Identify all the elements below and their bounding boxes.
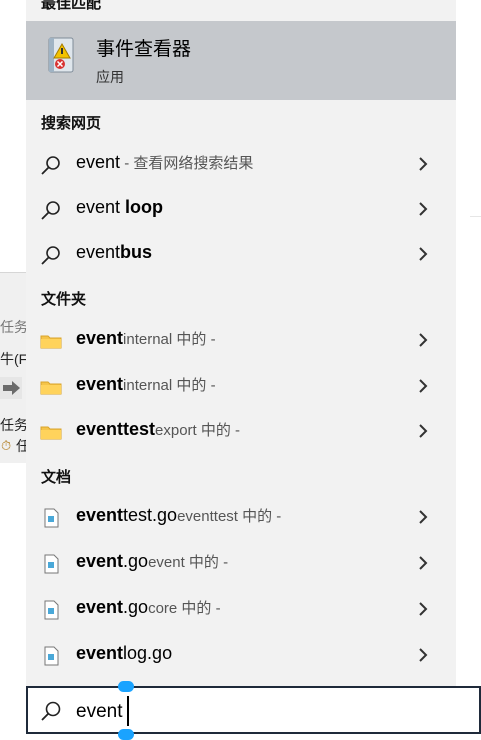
search-icon [41, 246, 60, 265]
chevron-right-icon[interactable] [416, 601, 430, 617]
divider [470, 216, 481, 217]
web-result-text: event [76, 242, 121, 262]
web-result-item[interactable]: event - 查看网络搜索结果 [26, 142, 456, 186]
chevron-right-icon[interactable] [416, 156, 430, 172]
background-window-text: 任务 [0, 417, 28, 433]
search-icon [41, 201, 60, 220]
event-viewer-icon [48, 37, 74, 73]
document-result-item[interactable]: eventlog.go [26, 633, 456, 677]
chevron-right-icon[interactable] [416, 332, 430, 348]
go-file-icon [44, 646, 59, 666]
chevron-right-icon[interactable] [416, 423, 430, 439]
folder-icon [40, 335, 62, 349]
document-result-normal: log.go [123, 643, 173, 663]
chevron-right-icon[interactable] [416, 378, 430, 394]
go-file-icon [44, 508, 59, 528]
document-result-normal: .go [123, 597, 149, 617]
clock-icon: ⏱ [1, 438, 12, 453]
document-result-item[interactable]: event.goevent 中的 - [26, 541, 456, 585]
folder-result-bold: eventtest [76, 419, 156, 439]
document-result-bold: event [76, 505, 124, 525]
background-window-text: 任务 [0, 319, 28, 335]
chevron-right-icon[interactable] [416, 647, 430, 663]
folder-result-item[interactable]: eventtestexport 中的 - [26, 409, 456, 453]
chevron-right-icon[interactable] [416, 201, 430, 217]
document-result-tail: event 中的 - [148, 554, 229, 571]
document-result-tail: eventtest 中的 - [177, 508, 282, 525]
folder-result-tail: internal 中的 - [123, 377, 216, 394]
chevron-right-icon[interactable] [416, 555, 430, 571]
best-match-item[interactable] [26, 21, 456, 100]
search-icon [41, 156, 60, 175]
best-match-title: 事件查看器 [96, 39, 192, 60]
go-file-icon [44, 554, 59, 574]
web-result-tail: - 查看网络搜索结果 [120, 155, 254, 172]
search-icon [41, 701, 61, 721]
web-result-text: event [76, 197, 126, 217]
folder-result-bold: event [76, 328, 124, 348]
document-result-item[interactable]: event.gocore 中的 - [26, 587, 456, 631]
folders-heading: 文件夹 [41, 291, 87, 308]
folder-result-tail: export 中的 - [155, 422, 241, 439]
folder-result-item[interactable]: eventinternal 中的 - [26, 364, 456, 408]
web-result-item[interactable]: event loop [26, 187, 456, 231]
selection-handle-bottom[interactable] [118, 729, 134, 740]
document-result-bold: event [76, 551, 124, 571]
best-match-heading: 最佳匹配 [41, 0, 102, 12]
folder-result-tail: internal 中的 - [123, 331, 216, 348]
document-result-normal: test.go [123, 505, 178, 525]
search-web-heading: 搜索网页 [41, 115, 102, 132]
selection-handle-top[interactable] [118, 681, 134, 692]
search-input-value: event [76, 701, 123, 722]
document-result-bold: event [76, 643, 124, 663]
folder-result-item[interactable]: eventinternal 中的 - [26, 318, 456, 362]
text-caret [127, 696, 129, 726]
documents-heading: 文档 [41, 469, 72, 486]
document-result-normal: .go [123, 551, 149, 571]
web-result-text: event [76, 152, 121, 172]
chevron-right-icon[interactable] [416, 509, 430, 525]
folder-icon [40, 426, 62, 440]
document-result-bold: event [76, 597, 124, 617]
document-result-tail: core 中的 - [148, 600, 221, 617]
back-arrow-icon [0, 377, 22, 399]
document-result-item[interactable]: eventtest.goeventtest 中的 - [26, 495, 456, 539]
web-result-item[interactable]: eventbus [26, 232, 456, 276]
background-window: 任务 牛(F) 任务 任 ⏱ [0, 272, 32, 463]
folder-icon [40, 381, 62, 395]
search-input[interactable]: event [26, 686, 481, 734]
go-file-icon [44, 600, 59, 620]
best-match-subtitle: 应用 [96, 69, 124, 85]
folder-result-bold: event [76, 374, 124, 394]
chevron-right-icon[interactable] [416, 246, 430, 262]
web-result-bold: bus [120, 242, 153, 262]
web-result-bold: loop [125, 197, 164, 217]
